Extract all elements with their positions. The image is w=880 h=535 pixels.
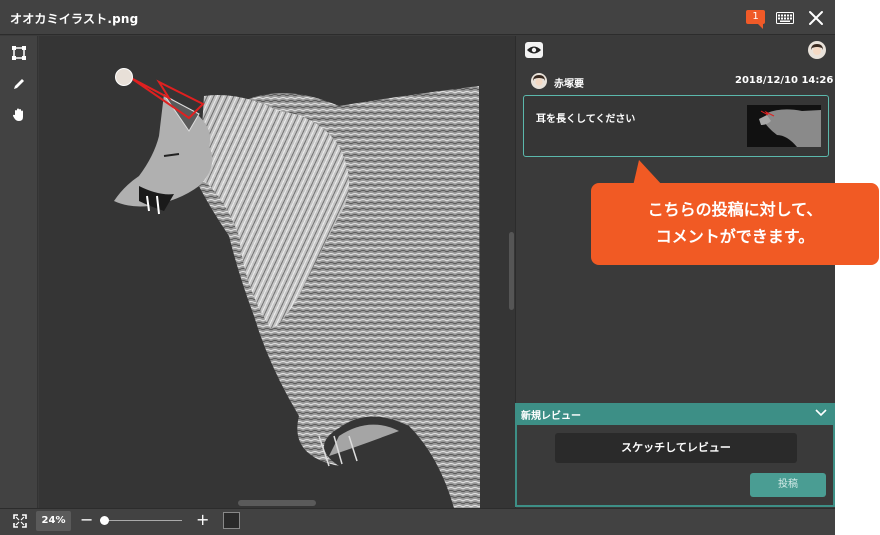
annotation-avatar[interactable] <box>115 68 133 86</box>
comment-date: 2018/12/10 14:26 <box>735 75 834 86</box>
zoom-out-button[interactable]: − <box>80 510 93 530</box>
comment-thumbnail[interactable] <box>747 105 821 147</box>
file-title: オオカミイラスト.png <box>10 12 139 26</box>
new-review-header[interactable]: 新規レビュー <box>515 403 835 425</box>
hand-icon[interactable] <box>11 107 27 123</box>
new-review-title: 新規レビュー <box>521 411 581 422</box>
comment-author: 赤塚要 <box>554 79 584 90</box>
image-viewer-window: オオカミイラスト.png 1 赤塚要 2018/12/10 14:26 耳を長く… <box>0 0 879 535</box>
zoom-level[interactable]: 24% <box>36 511 71 531</box>
notification-badge[interactable]: 1 <box>746 10 765 29</box>
callout-line-2: コメントができます。 <box>655 227 815 246</box>
comment-text: 耳を長くしてください <box>536 114 636 125</box>
zoom-in-button[interactable]: + <box>196 510 209 530</box>
commenter-avatar <box>531 73 547 89</box>
eye-icon[interactable] <box>525 42 543 58</box>
pencil-icon[interactable] <box>11 76 27 92</box>
sketch-review-button[interactable]: スケッチしてレビュー <box>555 433 797 463</box>
keyboard-icon[interactable] <box>776 12 794 24</box>
fit-screen-icon[interactable] <box>13 514 27 528</box>
help-callout: こちらの投稿に対して、 コメントができます。 <box>591 183 879 265</box>
vertical-scrollbar[interactable] <box>509 232 514 310</box>
bottom-toolbar <box>0 508 835 535</box>
image-canvas[interactable] <box>39 36 515 508</box>
zoom-slider-thumb[interactable] <box>100 516 109 525</box>
zoom-slider[interactable] <box>100 520 182 521</box>
callout-line-1: こちらの投稿に対して、 <box>647 200 823 219</box>
chevron-down-icon[interactable] <box>815 408 827 418</box>
title-bar: オオカミイラスト.png <box>0 0 835 35</box>
close-icon[interactable] <box>808 10 824 26</box>
comment-card[interactable]: 耳を長くしてください <box>523 95 829 157</box>
crop-icon[interactable] <box>11 45 27 61</box>
wolf-illustration <box>114 77 480 508</box>
horizontal-scrollbar[interactable] <box>238 500 316 506</box>
user-avatar[interactable] <box>808 41 826 59</box>
post-button[interactable]: 投稿 <box>750 473 826 497</box>
background-color-swatch[interactable] <box>223 512 240 529</box>
